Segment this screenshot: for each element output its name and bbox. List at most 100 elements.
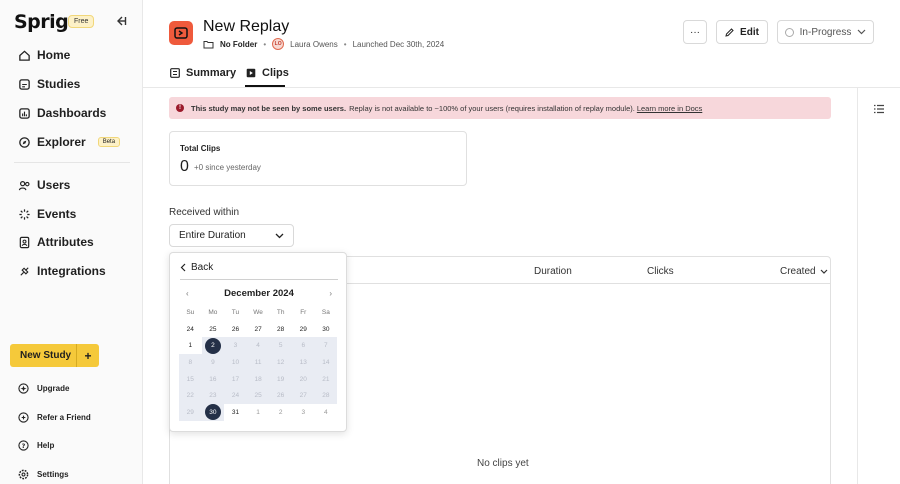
collapse-sidebar-icon[interactable] xyxy=(114,14,128,28)
sort-desc-icon xyxy=(820,269,828,274)
calendar-day[interactable]: 24 xyxy=(179,321,202,338)
calendar-day[interactable]: 27 xyxy=(291,387,315,405)
empty-state-text: No clips yet xyxy=(477,458,529,469)
study-meta: No Folder • LO Laura Owens • Launched De… xyxy=(203,38,444,50)
calendar-day[interactable]: 16 xyxy=(201,370,225,388)
calendar-day[interactable]: 23 xyxy=(201,387,225,405)
calendar-day[interactable]: 20 xyxy=(291,370,315,388)
tab-clips[interactable]: Clips xyxy=(246,67,289,79)
calendar-day[interactable]: 29 xyxy=(179,404,202,421)
duration-dropdown[interactable]: Entire Duration xyxy=(169,224,294,247)
column-header-clicks[interactable]: Clicks xyxy=(647,266,674,277)
calendar-day[interactable]: 28 xyxy=(314,387,338,405)
sidebar-item-studies[interactable]: Studies xyxy=(18,77,80,91)
beta-badge: Beta xyxy=(97,137,121,147)
calendar-day[interactable]: 25 xyxy=(246,387,270,405)
selected-day[interactable]: 30 xyxy=(204,404,221,421)
calendar-day[interactable]: 5 xyxy=(269,337,292,355)
sidebar: Sprig Free Home Studies Dashboards Explo… xyxy=(0,0,143,484)
sidebar-divider xyxy=(14,162,130,163)
weekday-label: Mo xyxy=(208,308,218,316)
sidebar-item-explorer[interactable]: Explorer Beta xyxy=(18,135,121,149)
calendar-day[interactable]: 26 xyxy=(269,387,292,405)
tab-summary[interactable]: Summary xyxy=(170,67,236,79)
sidebar-item-attributes[interactable]: Attributes xyxy=(18,235,94,249)
calendar-day[interactable]: 6 xyxy=(291,337,315,355)
calendar-day[interactable]: 12 xyxy=(269,354,292,371)
calendar-day[interactable]: 27 xyxy=(247,321,270,338)
column-header-duration[interactable]: Duration xyxy=(534,266,572,277)
sidebar-item-label: Settings xyxy=(37,470,69,479)
sidebar-item-users[interactable]: Users xyxy=(18,178,70,192)
calendar-day[interactable]: 11 xyxy=(246,354,270,371)
pencil-icon xyxy=(725,27,734,37)
calendar-day[interactable]: 1 xyxy=(179,337,202,354)
calendar-day[interactable]: 4 xyxy=(315,404,338,421)
sidebar-item-dashboards[interactable]: Dashboards xyxy=(18,106,106,120)
calendar-day[interactable]: 3 xyxy=(224,337,247,355)
calendar-day[interactable]: 17 xyxy=(224,370,247,388)
sidebar-item-upgrade[interactable]: Upgrade xyxy=(18,383,69,394)
calendar-day[interactable]: 31 xyxy=(224,404,247,421)
calendar-day[interactable]: 30 xyxy=(201,404,225,421)
calendar-day[interactable]: 9 xyxy=(201,354,225,371)
calendar-day[interactable]: 28 xyxy=(269,321,292,338)
more-options-button[interactable]: ··· xyxy=(683,20,707,44)
new-study-button[interactable]: New Study + xyxy=(10,344,99,367)
week-row: 22 23 24 25 26 27 28 xyxy=(179,387,338,405)
new-study-label[interactable]: New Study xyxy=(10,350,76,361)
prev-month-button[interactable]: ‹ xyxy=(186,289,189,298)
sidebar-item-help[interactable]: ? Help xyxy=(18,440,54,451)
calendar-day[interactable]: 30 xyxy=(315,321,338,338)
status-dropdown[interactable]: In-Progress xyxy=(777,20,874,44)
plus-icon[interactable]: + xyxy=(76,344,99,367)
learn-more-link[interactable]: Learn more in Docs xyxy=(637,104,702,113)
plan-badge[interactable]: Free xyxy=(68,15,95,28)
weekday-label: Sa xyxy=(321,308,330,316)
calendar-day[interactable]: 25 xyxy=(202,321,225,338)
sidebar-item-home[interactable]: Home xyxy=(18,48,70,62)
calendar-day[interactable]: 21 xyxy=(314,370,338,388)
next-month-button[interactable]: › xyxy=(329,289,332,298)
calendar-day[interactable]: 18 xyxy=(246,370,270,388)
calendar-day[interactable]: 14 xyxy=(314,354,338,371)
logo: Sprig xyxy=(14,11,69,33)
settings-icon xyxy=(18,469,29,480)
calendar-day[interactable]: 22 xyxy=(179,387,202,405)
calendar-day[interactable]: 26 xyxy=(224,321,247,338)
summary-icon xyxy=(170,68,180,78)
calendar-day[interactable]: 2 xyxy=(201,337,225,355)
back-button[interactable]: Back xyxy=(180,262,213,273)
list-view-icon[interactable] xyxy=(873,103,885,115)
sidebar-item-label: Attributes xyxy=(37,235,94,249)
warning-icon: ! xyxy=(176,104,184,112)
column-header-created[interactable]: Created xyxy=(780,266,828,277)
calendar-day[interactable]: 15 xyxy=(179,370,202,388)
calendar-day[interactable]: 19 xyxy=(269,370,292,388)
selected-day[interactable]: 2 xyxy=(204,337,221,354)
calendar-day[interactable]: 2 xyxy=(269,404,292,421)
week-row: 29 30 31 1 2 3 4 xyxy=(179,404,337,421)
tabs-divider xyxy=(143,87,900,88)
refer-icon xyxy=(18,412,29,423)
status-label: In-Progress xyxy=(799,26,852,38)
calendar-day[interactable]: 13 xyxy=(291,354,315,371)
calendar-day[interactable]: 1 xyxy=(247,404,270,421)
weekday-label: Tu xyxy=(231,308,240,316)
calendar-day[interactable]: 29 xyxy=(292,321,315,338)
folder-name[interactable]: No Folder xyxy=(220,40,257,49)
calendar-day[interactable]: 4 xyxy=(246,337,270,355)
sidebar-item-events[interactable]: Events xyxy=(18,207,76,221)
sidebar-item-integrations[interactable]: Integrations xyxy=(18,264,106,278)
edit-button[interactable]: Edit xyxy=(716,20,768,44)
week-row: 24 25 26 27 28 29 30 xyxy=(179,321,337,338)
calendar-day[interactable]: 7 xyxy=(314,337,338,355)
calendar-day[interactable]: 24 xyxy=(224,387,247,405)
sidebar-item-label: Refer a Friend xyxy=(37,413,91,422)
calendar-day[interactable]: 8 xyxy=(179,354,202,371)
sidebar-item-settings[interactable]: Settings xyxy=(18,469,69,480)
calendar-day[interactable]: 10 xyxy=(224,354,247,371)
calendar-day[interactable]: 3 xyxy=(292,404,315,421)
sidebar-item-refer[interactable]: Refer a Friend xyxy=(18,412,91,423)
duration-value: Entire Duration xyxy=(179,230,246,241)
